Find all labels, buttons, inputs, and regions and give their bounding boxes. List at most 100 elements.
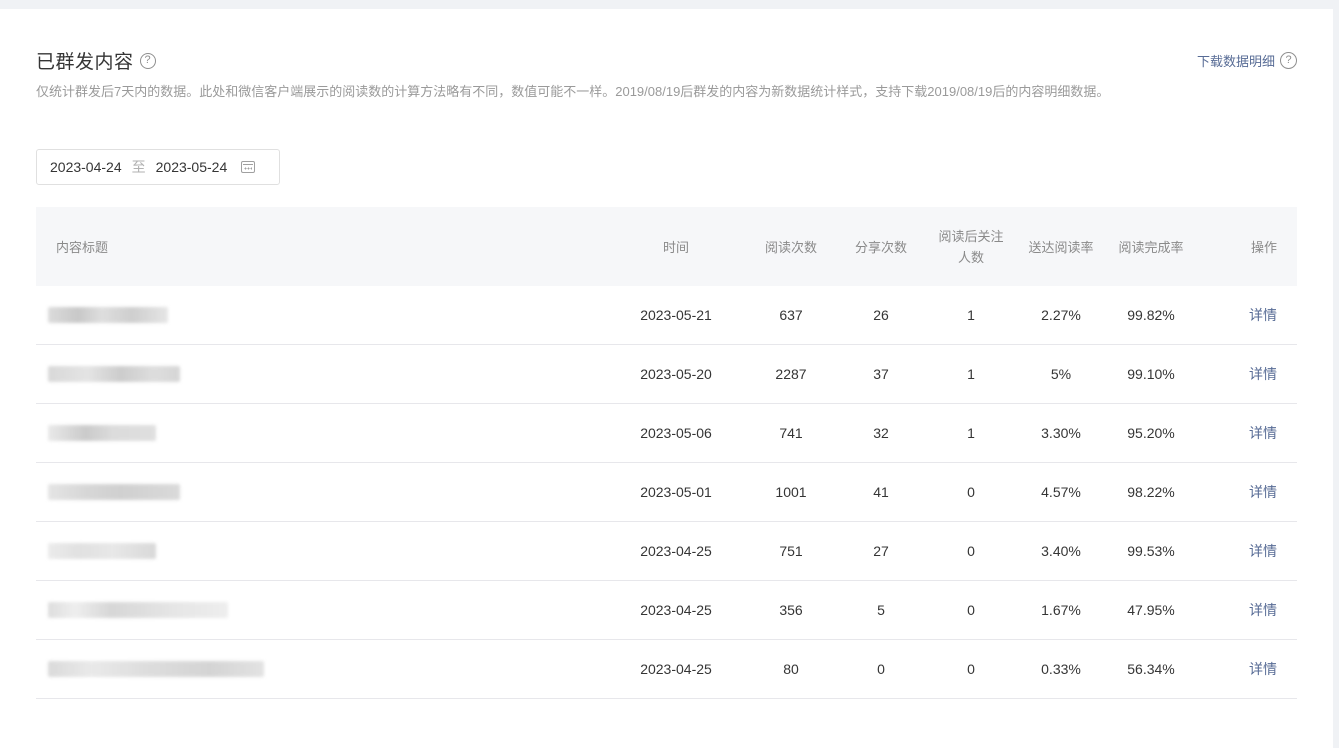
date-end[interactable]: 2023-05-24 <box>156 159 228 175</box>
redacted-title-blur[interactable] <box>48 543 156 559</box>
row-time: 2023-05-21 <box>640 307 712 323</box>
redacted-title-blur[interactable] <box>48 366 180 382</box>
row-follows: 1 <box>967 365 975 382</box>
title-row: 已群发内容 ? <box>36 47 156 74</box>
row-title-cell <box>36 307 596 323</box>
row-time: 2023-04-25 <box>640 543 712 559</box>
col-header-completion-rate: 阅读完成率 <box>1118 240 1184 255</box>
redacted-title-blur[interactable] <box>48 307 168 323</box>
detail-link[interactable]: 详情 <box>1249 307 1277 323</box>
date-start[interactable]: 2023-04-24 <box>50 159 122 175</box>
redacted-title-blur[interactable] <box>48 602 228 618</box>
row-reads: 751 <box>779 543 803 559</box>
row-title-cell <box>36 543 596 559</box>
calendar-icon[interactable] <box>241 161 256 173</box>
description-text: 仅统计群发后7天内的数据。此处和微信客户端展示的阅读数的计算方法略有不同，数值可… <box>36 84 1110 99</box>
table-body: 2023-05-21 637 26 1 2.27% 99.82% 详情 2023-05-20 2… <box>36 286 1297 699</box>
col-header-action: 操作 <box>1250 240 1277 255</box>
col-header-reads: 阅读次数 <box>764 240 817 255</box>
date-range-picker[interactable]: 2023-04-24 至 2023-05-24 <box>36 149 280 185</box>
row-follows: 0 <box>967 542 975 559</box>
row-delivery-rate: 3.40% <box>1041 543 1081 559</box>
table-row: 2023-04-25 751 27 0 3.40% 99.53% 详情 <box>36 522 1297 581</box>
row-shares: 37 <box>873 366 889 382</box>
row-completion-rate: 99.10% <box>1127 366 1175 382</box>
row-delivery-rate: 1.67% <box>1041 602 1081 618</box>
row-completion-rate: 47.95% <box>1127 602 1175 618</box>
help-icon[interactable]: ? <box>139 52 156 69</box>
detail-link[interactable]: 详情 <box>1249 425 1277 441</box>
redacted-title-blur[interactable] <box>48 661 264 677</box>
row-reads: 637 <box>779 307 803 323</box>
row-delivery-rate: 5% <box>1050 366 1072 382</box>
table-row: 2023-05-21 637 26 1 2.27% 99.82% 详情 <box>36 286 1297 345</box>
row-follows: 0 <box>967 601 975 618</box>
row-title-cell <box>36 425 596 441</box>
row-follows: 1 <box>967 424 975 441</box>
row-time: 2023-04-25 <box>640 661 712 677</box>
row-action-cell: 详情 <box>1186 305 1297 325</box>
detail-link[interactable]: 详情 <box>1249 661 1277 677</box>
table-header: 内容标题 时间 阅读次数 分享次数 阅读后关注人数 送达阅读率 阅读完成率 操作 <box>36 207 1297 286</box>
col-header-shares: 分享次数 <box>854 240 907 255</box>
download-data-label[interactable]: 下载数据明细 <box>1197 51 1275 70</box>
row-title-cell <box>36 602 596 618</box>
col-header-time: 时间 <box>662 240 689 255</box>
detail-link[interactable]: 详情 <box>1249 484 1277 500</box>
row-action-cell: 详情 <box>1186 659 1297 679</box>
row-delivery-rate: 4.57% <box>1041 484 1081 500</box>
row-shares: 5 <box>877 602 885 618</box>
date-separator: 至 <box>131 159 146 175</box>
table-row: 2023-04-25 356 5 0 1.67% 47.95% 详情 <box>36 581 1297 640</box>
row-title-cell <box>36 661 596 677</box>
row-delivery-rate: 0.33% <box>1041 661 1081 677</box>
row-reads: 80 <box>783 661 799 677</box>
row-completion-rate: 99.53% <box>1127 543 1175 559</box>
row-shares: 41 <box>873 484 889 500</box>
col-header-follows: 阅读后关注人数 <box>938 228 1004 265</box>
content-card: 已群发内容 ? 下载数据明细 ? 仅统计群发后7天内的数据。此处和微信客户端展示… <box>0 9 1333 748</box>
row-time: 2023-05-20 <box>640 366 712 382</box>
row-reads: 2287 <box>775 366 807 382</box>
row-time: 2023-05-01 <box>640 484 712 500</box>
redacted-title-blur[interactable] <box>48 425 156 441</box>
col-header-title: 内容标题 <box>56 240 109 255</box>
row-shares: 26 <box>873 307 889 323</box>
content-table: 内容标题 时间 阅读次数 分享次数 阅读后关注人数 送达阅读率 阅读完成率 操作… <box>36 207 1297 699</box>
detail-link[interactable]: 详情 <box>1249 366 1277 382</box>
download-help-icon[interactable]: ? <box>1280 52 1297 69</box>
row-completion-rate: 98.22% <box>1127 484 1175 500</box>
page-title: 已群发内容 <box>36 52 134 73</box>
detail-link[interactable]: 详情 <box>1249 543 1277 559</box>
download-data-link[interactable]: 下载数据明细 ? <box>1197 51 1297 70</box>
row-title-cell <box>36 366 596 382</box>
row-reads: 356 <box>779 602 803 618</box>
row-action-cell: 详情 <box>1186 364 1297 384</box>
detail-link[interactable]: 详情 <box>1249 602 1277 618</box>
row-title-cell <box>36 484 596 500</box>
row-reads: 1001 <box>775 484 807 500</box>
row-shares: 32 <box>873 425 889 441</box>
row-completion-rate: 95.20% <box>1127 425 1175 441</box>
col-header-delivery-rate: 送达阅读率 <box>1028 240 1094 255</box>
table-row: 2023-04-25 80 0 0 0.33% 56.34% 详情 <box>36 640 1297 699</box>
row-delivery-rate: 2.27% <box>1041 307 1081 323</box>
row-action-cell: 详情 <box>1186 600 1297 620</box>
table-row: 2023-05-06 741 32 1 3.30% 95.20% 详情 <box>36 404 1297 463</box>
row-shares: 27 <box>873 543 889 559</box>
row-completion-rate: 99.82% <box>1127 307 1175 323</box>
row-follows: 0 <box>967 483 975 500</box>
row-follows: 0 <box>967 660 975 677</box>
row-time: 2023-05-06 <box>640 425 712 441</box>
row-action-cell: 详情 <box>1186 541 1297 561</box>
row-action-cell: 详情 <box>1186 423 1297 443</box>
row-delivery-rate: 3.30% <box>1041 425 1081 441</box>
table-row: 2023-05-01 1001 41 0 4.57% 98.22% 详情 <box>36 463 1297 522</box>
row-completion-rate: 56.34% <box>1127 661 1175 677</box>
row-shares: 0 <box>877 661 885 677</box>
redacted-title-blur[interactable] <box>48 484 180 500</box>
table-row: 2023-05-20 2287 37 1 5% 99.10% 详情 <box>36 345 1297 404</box>
row-time: 2023-04-25 <box>640 602 712 618</box>
row-action-cell: 详情 <box>1186 482 1297 502</box>
row-reads: 741 <box>779 425 803 441</box>
